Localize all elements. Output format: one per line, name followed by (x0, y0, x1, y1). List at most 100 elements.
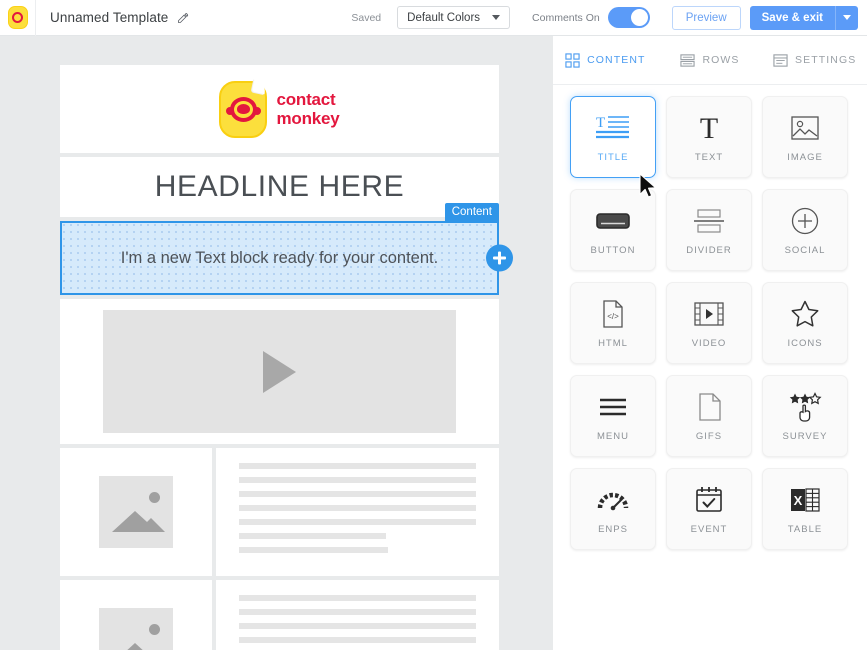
content-tile-label: SOCIAL (784, 244, 826, 256)
logo-monkey-face (12, 12, 23, 23)
content-tile-title[interactable]: T TITLE (570, 96, 656, 178)
star-icon (791, 298, 819, 330)
chevron-down-icon (492, 15, 501, 20)
content-tile-label: HTML (598, 337, 628, 349)
text-line (239, 477, 476, 483)
content-tile-survey[interactable]: SURVEY (762, 375, 848, 457)
email-body: contact monkey HEADLINE HERE Content I'm… (60, 65, 513, 650)
panel-tab-bar: CONTENT ROWS SETTINGS (553, 36, 867, 85)
content-tile-enps[interactable]: ENPS (570, 468, 656, 550)
text-block-content: I'm a new Text block ready for your cont… (120, 248, 439, 267)
play-triangle-icon (263, 350, 296, 393)
logo-text-line2: monkey (276, 109, 340, 128)
image-text-row[interactable] (60, 448, 499, 576)
content-blocks-grid: T TITLE T TEXT IMAGE BUTTON DIVIDER SOCI… (553, 85, 867, 550)
tab-rows[interactable]: ROWS (658, 36, 763, 84)
headline-block[interactable]: HEADLINE HERE (60, 157, 499, 217)
comments-toggle[interactable] (607, 7, 650, 28)
headline-text: HEADLINE HERE (154, 170, 405, 203)
tab-content-label: CONTENT (587, 54, 646, 66)
content-tile-menu[interactable]: MENU (570, 375, 656, 457)
logo-text-line1: contact (276, 90, 336, 109)
text-block-selected[interactable]: I'm a new Text block ready for your cont… (60, 221, 513, 295)
content-tile-image[interactable]: IMAGE (762, 96, 848, 178)
preview-button-label: Preview (685, 11, 727, 24)
svg-text:X: X (794, 493, 803, 508)
preview-button[interactable]: Preview (671, 5, 741, 30)
tab-content[interactable]: CONTENT (553, 36, 658, 84)
tab-settings[interactable]: SETTINGS (762, 36, 867, 84)
text-column[interactable] (216, 448, 499, 576)
button-icon (596, 205, 630, 237)
content-tile-social[interactable]: SOCIAL (762, 189, 848, 271)
content-tile-label: SURVEY (782, 430, 828, 442)
save-and-exit-label: Save & exit (761, 11, 823, 24)
content-tile-divider[interactable]: DIVIDER (666, 189, 752, 271)
content-tile-icons[interactable]: ICONS (762, 282, 848, 364)
text-line (239, 547, 389, 553)
content-tile-html[interactable]: </> HTML (570, 282, 656, 364)
edit-pencil-icon[interactable] (177, 12, 189, 24)
text-line (239, 637, 476, 643)
image-icon (791, 112, 819, 144)
comments-label: Comments On (532, 11, 600, 24)
text-line (239, 595, 476, 601)
content-tile-label: ENPS (598, 523, 628, 535)
right-sidebar-panel: CONTENT ROWS SETTINGS T TITLE T TEXT IMA… (553, 36, 867, 650)
content-tile-label: EVENT (690, 523, 728, 535)
social-plus-icon (791, 205, 819, 237)
content-tile-gifs[interactable]: GIFS (666, 375, 752, 457)
monkey-muzzle (236, 104, 250, 114)
contactmonkey-logo-icon[interactable] (0, 0, 36, 36)
menu-hamburger-icon (599, 391, 627, 423)
color-scheme-select[interactable]: Default Colors (397, 6, 511, 29)
excel-table-icon: X (790, 484, 820, 516)
saved-status: Saved (351, 11, 382, 24)
document-title-text: Unnamed Template (50, 10, 169, 25)
tab-rows-label: ROWS (702, 54, 740, 66)
content-tile-label: BUTTON (590, 244, 636, 256)
video-film-icon (694, 298, 724, 330)
settings-panel-icon (773, 53, 788, 68)
plus-icon[interactable] (486, 244, 513, 272)
video-block[interactable] (60, 299, 499, 444)
save-options-dropdown[interactable] (835, 5, 858, 30)
logo-block[interactable]: contact monkey (60, 65, 499, 153)
image-mountain-small (137, 518, 165, 532)
content-tile-event[interactable]: EVENT (666, 468, 752, 550)
image-text-row[interactable] (60, 580, 499, 650)
content-tile-button[interactable]: BUTTON (570, 189, 656, 271)
text-column[interactable] (216, 580, 499, 650)
image-column[interactable] (60, 580, 212, 650)
logo-wordmark: contact monkey (276, 90, 339, 128)
monkey-ear-right (252, 106, 261, 115)
contactmonkey-brand-logo: contact monkey (219, 80, 340, 138)
title-text-icon: T (595, 112, 631, 144)
content-tile-label: MENU (597, 430, 629, 442)
color-scheme-value: Default Colors (407, 11, 481, 24)
email-canvas[interactable]: contact monkey HEADLINE HERE Content I'm… (0, 36, 553, 650)
text-line (239, 505, 476, 511)
image-mountain-large (112, 643, 158, 650)
content-tile-label: ICONS (787, 337, 823, 349)
text-line (239, 609, 476, 615)
text-line (239, 491, 476, 497)
content-tile-table[interactable]: X TABLE (762, 468, 848, 550)
monkey-badge-icon (219, 80, 268, 138)
image-column[interactable] (60, 448, 212, 576)
save-and-exit-button[interactable]: Save & exit (749, 5, 835, 30)
text-line (239, 519, 476, 525)
image-sun-dot (149, 624, 160, 635)
svg-text:</>: </> (607, 312, 619, 321)
gauge-icon (597, 484, 629, 516)
content-tile-video[interactable]: VIDEO (666, 282, 752, 364)
calendar-check-icon (696, 484, 722, 516)
image-placeholder-icon (99, 608, 173, 650)
image-sun-dot (149, 492, 160, 503)
svg-text:T: T (596, 115, 605, 131)
content-tile-text[interactable]: T TEXT (666, 96, 752, 178)
logo-badge-shape (7, 6, 28, 29)
top-toolbar: Unnamed Template Saved Default Colors Co… (0, 0, 867, 36)
page-title: Unnamed Template (50, 10, 189, 25)
divider-icon (693, 205, 725, 237)
